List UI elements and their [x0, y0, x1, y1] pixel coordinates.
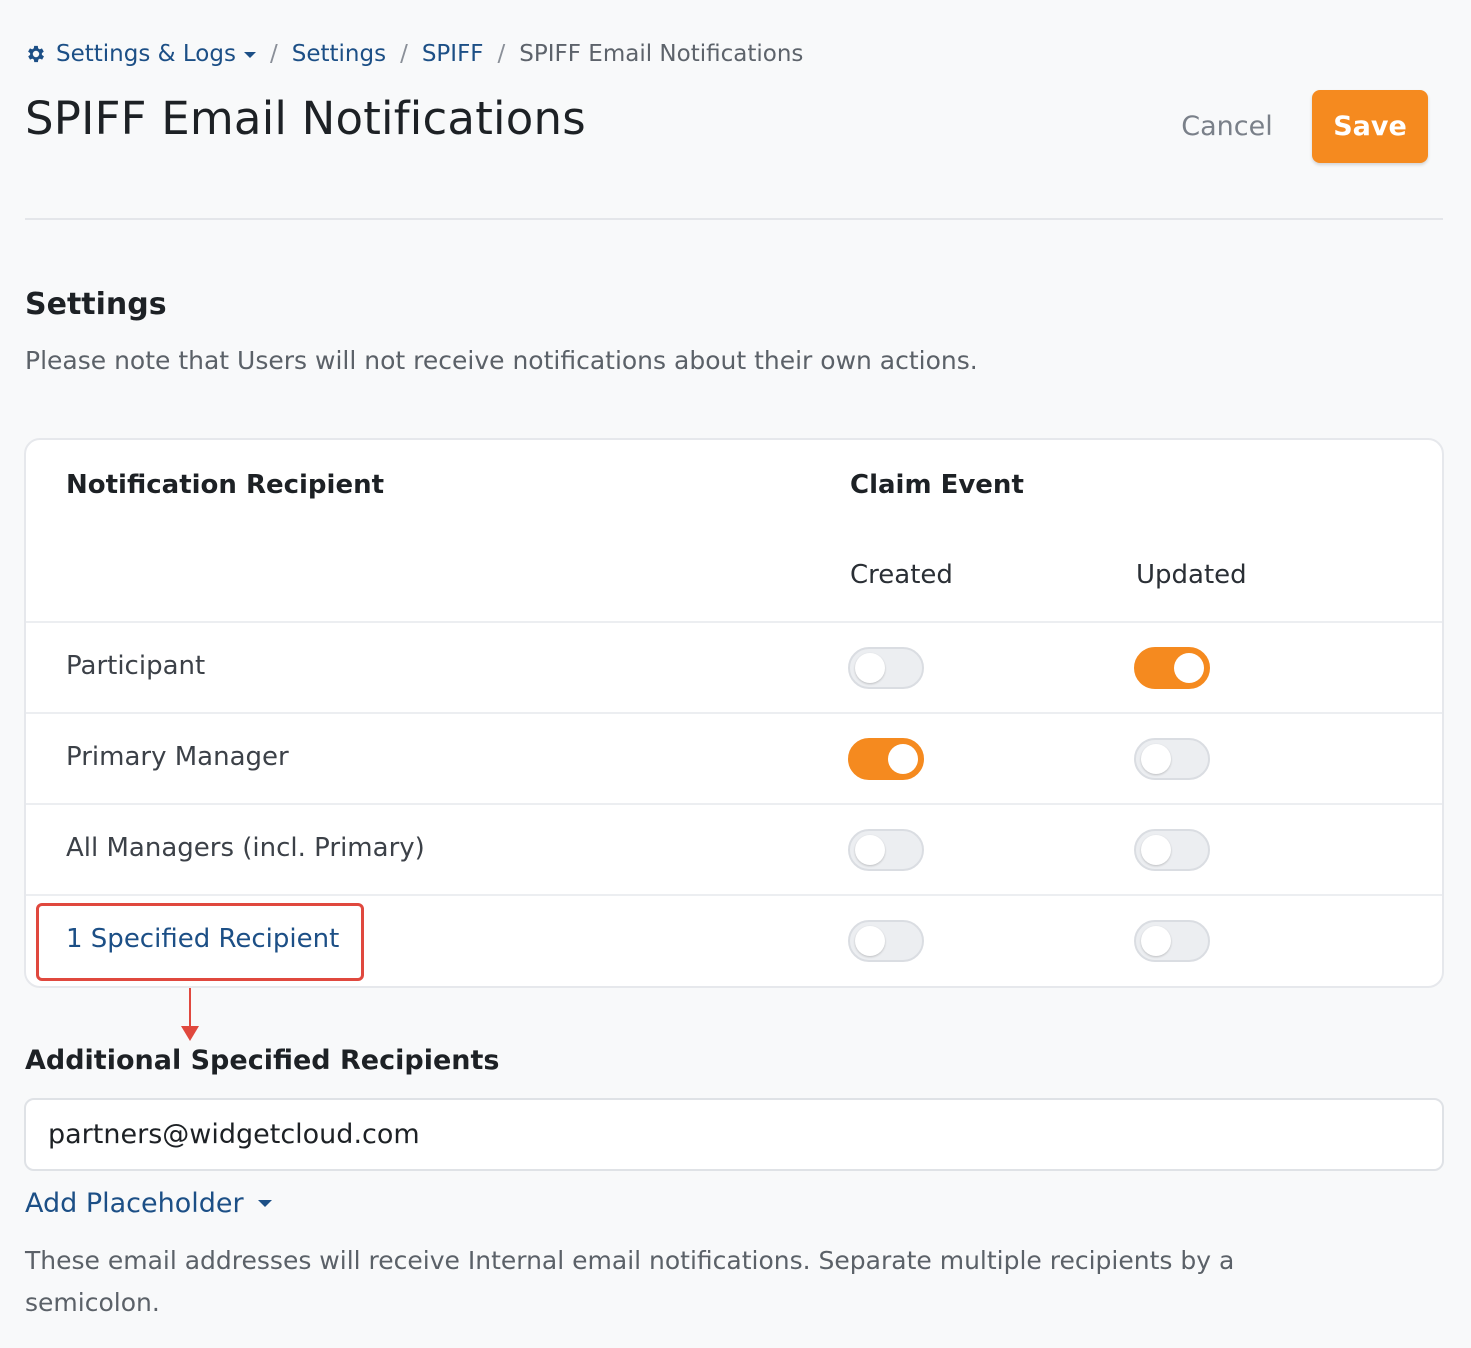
toggle-knob	[888, 744, 918, 774]
breadcrumb-separator: /	[497, 41, 506, 67]
table-row: Primary Manager	[26, 712, 1442, 803]
recipient-column-header: Notification Recipient	[66, 470, 385, 500]
table-row: 1 Specified Recipient	[26, 894, 1442, 985]
annotation-arrow-head	[181, 1026, 199, 1041]
claim-event-header: Claim Event	[850, 470, 1024, 500]
toggle-knob	[855, 835, 885, 865]
toggle-knob	[1141, 835, 1171, 865]
additional-recipients-title: Additional Specified Recipients	[25, 1045, 500, 1076]
breadcrumb-item-settings[interactable]: Settings	[292, 41, 386, 67]
add-placeholder-button[interactable]: Add Placeholder	[25, 1188, 272, 1219]
settings-section-title: Settings	[25, 287, 167, 322]
add-placeholder-label: Add Placeholder	[25, 1188, 244, 1219]
page-title: SPIFF Email Notifications	[25, 92, 586, 145]
toggle-knob	[1141, 926, 1171, 956]
recipient-label: All Managers (incl. Primary)	[66, 833, 425, 863]
header-divider	[25, 218, 1443, 220]
created-column-header: Created	[850, 560, 953, 590]
table-row: Participant	[26, 621, 1442, 712]
created-toggle[interactable]	[848, 920, 924, 962]
breadcrumb-separator: /	[269, 41, 278, 67]
created-toggle[interactable]	[848, 647, 924, 689]
table-row: All Managers (incl. Primary)	[26, 803, 1442, 894]
breadcrumb-item-spiff[interactable]: SPIFF	[422, 41, 484, 67]
caret-down-icon[interactable]	[243, 52, 256, 58]
breadcrumb: Settings & Logs / Settings / SPIFF / SPI…	[25, 38, 803, 70]
additional-recipients-input[interactable]	[24, 1098, 1444, 1171]
toggle-knob	[1174, 653, 1204, 683]
cancel-button[interactable]: Cancel	[1168, 98, 1286, 154]
toggle-knob	[1141, 744, 1171, 774]
settings-note: Please note that Users will not receive …	[25, 346, 978, 375]
updated-column-header: Updated	[1136, 560, 1247, 590]
gear-icon	[28, 45, 44, 63]
updated-toggle[interactable]	[1134, 738, 1210, 780]
toggle-knob	[855, 653, 885, 683]
updated-toggle[interactable]	[1134, 647, 1210, 689]
specified-recipient-link[interactable]: 1 Specified Recipient	[66, 924, 339, 954]
breadcrumb-separator: /	[400, 41, 408, 67]
additional-recipients-help: These email addresses will receive Inter…	[25, 1246, 1235, 1317]
created-toggle[interactable]	[848, 829, 924, 871]
recipient-label: Primary Manager	[66, 742, 289, 772]
notification-table: Notification Recipient Claim Event Creat…	[24, 438, 1444, 988]
updated-toggle[interactable]	[1134, 829, 1210, 871]
caret-down-icon	[257, 1200, 272, 1207]
recipient-label: Participant	[66, 651, 206, 681]
created-toggle[interactable]	[848, 738, 924, 780]
save-button[interactable]: Save	[1312, 90, 1428, 163]
breadcrumb-root[interactable]: Settings & Logs	[56, 41, 236, 67]
updated-toggle[interactable]	[1134, 920, 1210, 962]
breadcrumb-current: SPIFF Email Notifications	[519, 41, 804, 67]
annotation-arrow	[189, 988, 191, 1030]
toggle-knob	[855, 926, 885, 956]
